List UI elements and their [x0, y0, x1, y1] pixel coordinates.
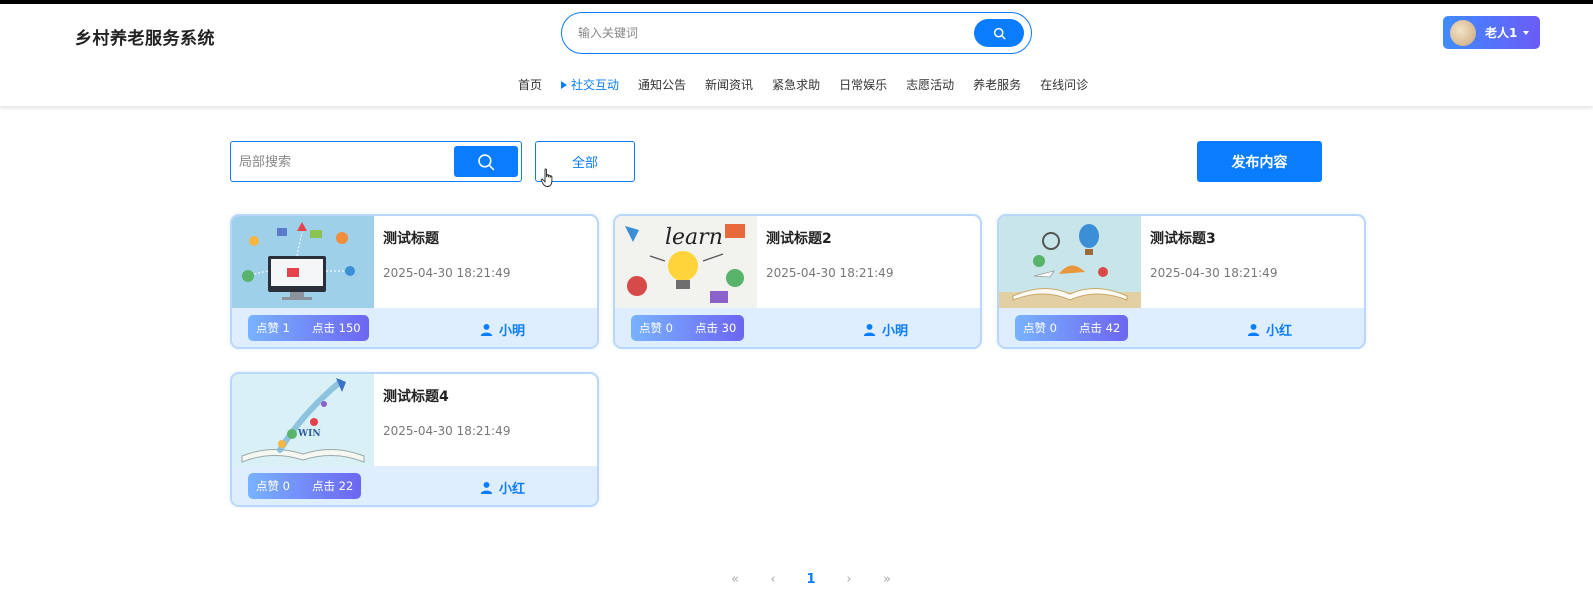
post-thumbnail-computer-network: [232, 216, 374, 308]
nav-item-home[interactable]: 首页: [518, 76, 542, 93]
global-search-button[interactable]: [974, 19, 1024, 47]
user-menu-button[interactable]: 老人1: [1443, 16, 1540, 49]
post-title: 测试标题: [383, 231, 439, 247]
nav-item-news[interactable]: 新闻资讯: [705, 76, 753, 93]
post-card-footer: 点赞 0 点击 30 小明: [615, 308, 980, 347]
post-card-footer: 点赞 1 点击 150 小明: [232, 308, 597, 347]
prev-page-button[interactable]: ‹: [754, 572, 792, 587]
post-author-name: 小红: [499, 482, 526, 497]
post-card[interactable]: learn 测试标题2 2025-04-30 18:21:49 点赞 0 点击 …: [613, 214, 982, 349]
user-icon: [480, 323, 493, 336]
post-author[interactable]: 小明: [480, 320, 525, 339]
post-title: 测试标题4: [383, 389, 449, 405]
post-date: 2025-04-30 18:21:49: [383, 266, 511, 280]
hand-cursor-icon: [540, 168, 553, 187]
post-card-footer: 点赞 0 点击 22 小红: [232, 466, 597, 505]
post-author[interactable]: 小红: [1247, 320, 1292, 339]
nav-item-volunteer[interactable]: 志愿活动: [906, 76, 954, 93]
publish-content-button[interactable]: 发布内容: [1197, 141, 1322, 182]
post-thumbnail-book-rocket: WIN: [232, 374, 374, 466]
nav-item-entertainment[interactable]: 日常娱乐: [839, 76, 887, 93]
caret-down-icon: [1523, 30, 1530, 35]
search-icon: [478, 153, 495, 170]
last-page-button[interactable]: »: [868, 572, 906, 587]
user-name: 老人1: [1485, 26, 1518, 40]
header: 乡村养老服务系统 老人1 首页 社交互动 通知公告 新闻资讯 紧急求助 日常娱乐…: [0, 4, 1593, 106]
user-icon: [480, 481, 493, 494]
post-author-name: 小红: [1266, 324, 1293, 339]
post-date: 2025-04-30 18:21:49: [766, 266, 894, 280]
user-icon: [1247, 323, 1260, 336]
post-card[interactable]: 测试标题 2025-04-30 18:21:49 点赞 1 点击 150 小明: [230, 214, 599, 349]
first-page-button[interactable]: «: [716, 572, 754, 587]
nav-item-social-label: 社交互动: [571, 78, 620, 92]
svg-text:WIN: WIN: [297, 429, 321, 439]
post-title: 测试标题2: [766, 231, 832, 247]
post-author[interactable]: 小明: [863, 320, 908, 339]
active-triangle-icon: [561, 80, 568, 89]
global-search-input[interactable]: [578, 21, 958, 45]
post-stats: 点赞 0 点击 42: [1015, 315, 1129, 341]
search-icon: [993, 27, 1006, 40]
post-stats: 点赞 0 点击 22: [248, 473, 362, 499]
post-stats: 点赞 1 点击 150: [248, 315, 369, 341]
click-count: 点击 22: [311, 479, 354, 493]
site-title: 乡村养老服务系统: [75, 29, 215, 49]
click-count: 点击 42: [1078, 321, 1121, 335]
post-author-name: 小明: [499, 324, 526, 339]
post-author-name: 小明: [882, 324, 909, 339]
nav-item-elderly-service[interactable]: 养老服务: [973, 76, 1021, 93]
post-stats: 点赞 0 点击 30: [631, 315, 745, 341]
like-count: 点赞 1: [256, 321, 290, 335]
post-author[interactable]: 小红: [480, 478, 525, 497]
like-count: 点赞 0: [1023, 321, 1057, 335]
click-count: 点击 150: [311, 321, 361, 335]
local-search-button[interactable]: [454, 146, 518, 177]
next-page-button[interactable]: ›: [830, 572, 868, 587]
post-thumbnail-open-book-travel: [999, 216, 1141, 308]
click-count: 点击 30: [694, 321, 737, 335]
nav-item-consultation[interactable]: 在线问诊: [1040, 76, 1088, 93]
nav-item-notices[interactable]: 通知公告: [638, 76, 686, 93]
post-date: 2025-04-30 18:21:49: [1150, 266, 1278, 280]
global-search-box: [561, 12, 1032, 54]
post-title: 测试标题3: [1150, 231, 1216, 247]
post-card[interactable]: 测试标题3 2025-04-30 18:21:49 点赞 0 点击 42 小红: [997, 214, 1366, 349]
pagination: « ‹ 1 › »: [716, 572, 906, 587]
post-card[interactable]: WIN 测试标题4 2025-04-30 18:21:49 点赞 0 点击 22…: [230, 372, 599, 507]
like-count: 点赞 0: [639, 321, 673, 335]
nav-item-social[interactable]: 社交互动: [561, 76, 619, 93]
avatar: [1450, 19, 1476, 46]
current-page[interactable]: 1: [792, 572, 830, 587]
user-icon: [863, 323, 876, 336]
like-count: 点赞 0: [256, 479, 290, 493]
local-search-box: [230, 141, 522, 182]
local-search-input[interactable]: [239, 151, 449, 173]
post-thumbnail-learn-lightbulb: learn: [615, 216, 757, 308]
nav-item-emergency[interactable]: 紧急求助: [772, 76, 820, 93]
post-date: 2025-04-30 18:21:49: [383, 424, 511, 438]
svg-text:learn: learn: [665, 225, 723, 250]
post-card-footer: 点赞 0 点击 42 小红: [999, 308, 1364, 347]
main-nav: 首页 社交互动 通知公告 新闻资讯 紧急求助 日常娱乐 志愿活动 养老服务 在线…: [518, 76, 1107, 93]
